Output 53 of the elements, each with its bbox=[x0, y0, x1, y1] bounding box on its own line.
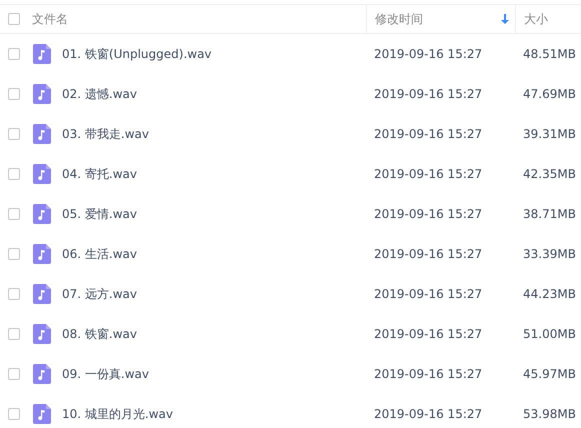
file-name[interactable]: 01. 铁窗(Unplugged).wav bbox=[62, 46, 212, 62]
row-checkbox[interactable] bbox=[8, 288, 20, 300]
audio-file-icon bbox=[33, 364, 51, 384]
audio-file-icon bbox=[33, 324, 51, 344]
row-checkbox[interactable] bbox=[8, 208, 20, 220]
modified-time: 2019-09-16 15:27 bbox=[374, 47, 482, 61]
file-size: 48.51MB bbox=[523, 47, 576, 61]
file-name[interactable]: 04. 寄托.wav bbox=[62, 166, 137, 182]
file-name[interactable]: 06. 生活.wav bbox=[62, 246, 137, 262]
sort-down-icon[interactable] bbox=[501, 14, 509, 24]
audio-file-icon bbox=[33, 84, 51, 104]
audio-file-icon bbox=[33, 44, 51, 64]
file-name[interactable]: 10. 城里的月光.wav bbox=[62, 406, 173, 422]
row-checkbox[interactable] bbox=[8, 168, 20, 180]
row-checkbox[interactable] bbox=[8, 48, 20, 60]
modified-time: 2019-09-16 15:27 bbox=[374, 247, 482, 261]
file-size: 47.69MB bbox=[523, 87, 576, 101]
file-size: 33.39MB bbox=[523, 247, 576, 261]
audio-file-icon bbox=[33, 244, 51, 264]
file-size: 38.71MB bbox=[523, 207, 576, 221]
modified-time: 2019-09-16 15:27 bbox=[374, 327, 482, 341]
file-size: 45.97MB bbox=[523, 367, 576, 381]
modified-time: 2019-09-16 15:27 bbox=[374, 87, 482, 101]
audio-file-icon bbox=[33, 204, 51, 224]
row-checkbox[interactable] bbox=[8, 328, 20, 340]
file-name[interactable]: 02. 遗憾.wav bbox=[62, 86, 137, 102]
file-size: 51.00MB bbox=[523, 327, 576, 341]
modified-time: 2019-09-16 15:27 bbox=[374, 287, 482, 301]
row-checkbox[interactable] bbox=[8, 88, 20, 100]
row-checkbox[interactable] bbox=[8, 368, 20, 380]
file-name[interactable]: 03. 带我走.wav bbox=[62, 126, 149, 142]
select-all-checkbox[interactable] bbox=[8, 13, 20, 25]
audio-file-icon bbox=[33, 404, 51, 424]
audio-file-icon bbox=[33, 284, 51, 304]
row-checkbox[interactable] bbox=[8, 248, 20, 260]
file-name[interactable]: 05. 爱情.wav bbox=[62, 206, 137, 222]
column-header[interactable]: 文件名 bbox=[32, 10, 366, 28]
modified-time: 2019-09-16 15:27 bbox=[374, 167, 482, 181]
file-size: 39.31MB bbox=[523, 127, 576, 141]
modified-time: 2019-09-16 15:27 bbox=[374, 127, 482, 141]
row-checkbox[interactable] bbox=[8, 128, 20, 140]
modified-time: 2019-09-16 15:27 bbox=[374, 207, 482, 221]
audio-file-icon bbox=[33, 164, 51, 184]
modified-time: 2019-09-16 15:27 bbox=[374, 407, 482, 421]
audio-file-icon bbox=[33, 124, 51, 144]
file-size: 53.98MB bbox=[523, 407, 576, 421]
file-name[interactable]: 09. 一份真.wav bbox=[62, 366, 149, 382]
modified-time: 2019-09-16 15:27 bbox=[374, 367, 482, 381]
file-size: 42.35MB bbox=[523, 167, 576, 181]
row-checkbox[interactable] bbox=[8, 408, 20, 420]
file-name[interactable]: 07. 远方.wav bbox=[62, 286, 137, 302]
file-name[interactable]: 08. 铁窗.wav bbox=[62, 326, 137, 342]
file-size: 44.23MB bbox=[523, 287, 576, 301]
